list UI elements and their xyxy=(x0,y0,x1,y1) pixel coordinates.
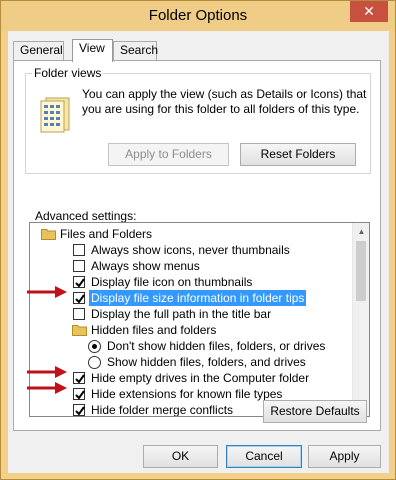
window-title: Folder Options xyxy=(148,7,248,24)
check-icon xyxy=(75,294,85,304)
checkbox-checked[interactable] xyxy=(73,404,85,416)
list-item: Files and Folders xyxy=(30,226,352,242)
list-item[interactable]: Display the full path in the title bar xyxy=(30,306,352,322)
check-icon xyxy=(75,374,85,384)
tab-search[interactable]: Search xyxy=(113,41,158,60)
vertical-scrollbar[interactable]: ▲ ▼ xyxy=(352,223,369,416)
list-item-label: Hide folder merge conflicts xyxy=(91,403,234,417)
checkbox-checked[interactable] xyxy=(73,372,85,384)
folder-options-window: Folder Options ✕ General View Search Fol… xyxy=(0,0,396,480)
radio-button-selected[interactable] xyxy=(88,340,101,353)
list-item-label: Always show menus xyxy=(91,259,200,273)
list-item[interactable]: Always show icons, never thumbnails xyxy=(30,242,352,258)
cancel-button[interactable]: Cancel xyxy=(226,445,302,468)
folder-icon xyxy=(41,229,56,240)
folder-views-group: Folder views You can apply the view (suc… xyxy=(25,66,371,174)
annotation-arrow-icon xyxy=(27,382,67,394)
folder-views-legend: Folder views xyxy=(32,66,104,80)
scroll-up-arrow-icon[interactable]: ▲ xyxy=(353,223,369,240)
list-item-label: Display file icon on thumbnails xyxy=(91,275,253,289)
list-item-label: Hide empty drives in the Computer folder xyxy=(91,371,310,385)
list-item[interactable]: Don't show hidden files, folders, or dri… xyxy=(30,338,352,354)
dialog-client-area: General View Search Folder views You can xyxy=(8,31,389,473)
list-item-label: Hidden files and folders xyxy=(91,323,217,337)
list-item-label: Display file size information in folder … xyxy=(89,290,307,306)
checkbox-checked[interactable] xyxy=(73,388,85,400)
list-item-label: Don't show hidden files, folders, or dri… xyxy=(107,339,326,353)
restore-defaults-button[interactable]: Restore Defaults xyxy=(263,400,367,423)
list-item[interactable]: Always show menus xyxy=(30,258,352,274)
list-item[interactable]: Hide empty drives in the Computer folder xyxy=(30,370,352,386)
view-tab-panel: Folder views You can apply the view (suc… xyxy=(13,60,381,431)
tab-view[interactable]: View xyxy=(72,39,113,62)
checkbox[interactable] xyxy=(73,308,85,320)
advanced-settings-label: Advanced settings: xyxy=(35,209,137,223)
list-item-label: Files and Folders xyxy=(60,227,153,241)
folder-views-description: You can apply the view (such as Details … xyxy=(82,87,367,116)
checkbox-checked[interactable] xyxy=(73,276,85,288)
check-icon xyxy=(75,278,85,288)
apply-to-folders-button[interactable]: Apply to Folders xyxy=(108,143,229,166)
list-item-selected[interactable]: Display file size information in folder … xyxy=(30,290,352,306)
checkbox-checked[interactable] xyxy=(73,292,85,304)
folder-icon xyxy=(72,325,87,336)
tab-general[interactable]: General xyxy=(13,41,64,60)
title-bar[interactable]: Folder Options ✕ xyxy=(1,1,395,31)
list-item: Hidden files and folders xyxy=(30,322,352,338)
advanced-settings-list[interactable]: Files and Folders Always show icons, nev… xyxy=(29,222,370,417)
list-item-label: Hide extensions for known file types xyxy=(91,387,283,401)
list-item[interactable]: Show hidden files, folders, and drives xyxy=(30,354,352,370)
checkbox[interactable] xyxy=(73,244,85,256)
ok-button[interactable]: OK xyxy=(143,445,218,468)
scroll-thumb[interactable] xyxy=(356,241,366,301)
annotation-arrow-icon xyxy=(27,366,67,378)
reset-folders-button[interactable]: Reset Folders xyxy=(240,143,356,166)
list-item-label: Always show icons, never thumbnails xyxy=(91,243,290,257)
annotation-arrow-icon xyxy=(27,286,67,298)
list-item-label: Display the full path in the title bar xyxy=(91,307,272,321)
list-item[interactable]: Display file icon on thumbnails xyxy=(30,274,352,290)
check-icon xyxy=(75,406,85,416)
radio-button[interactable] xyxy=(88,356,101,369)
apply-button[interactable]: Apply xyxy=(308,445,381,468)
folder-views-icon xyxy=(40,97,70,133)
close-button[interactable]: ✕ xyxy=(350,1,388,22)
checkbox[interactable] xyxy=(73,260,85,272)
list-item-label: Show hidden files, folders, and drives xyxy=(107,355,306,369)
check-icon xyxy=(75,390,85,400)
